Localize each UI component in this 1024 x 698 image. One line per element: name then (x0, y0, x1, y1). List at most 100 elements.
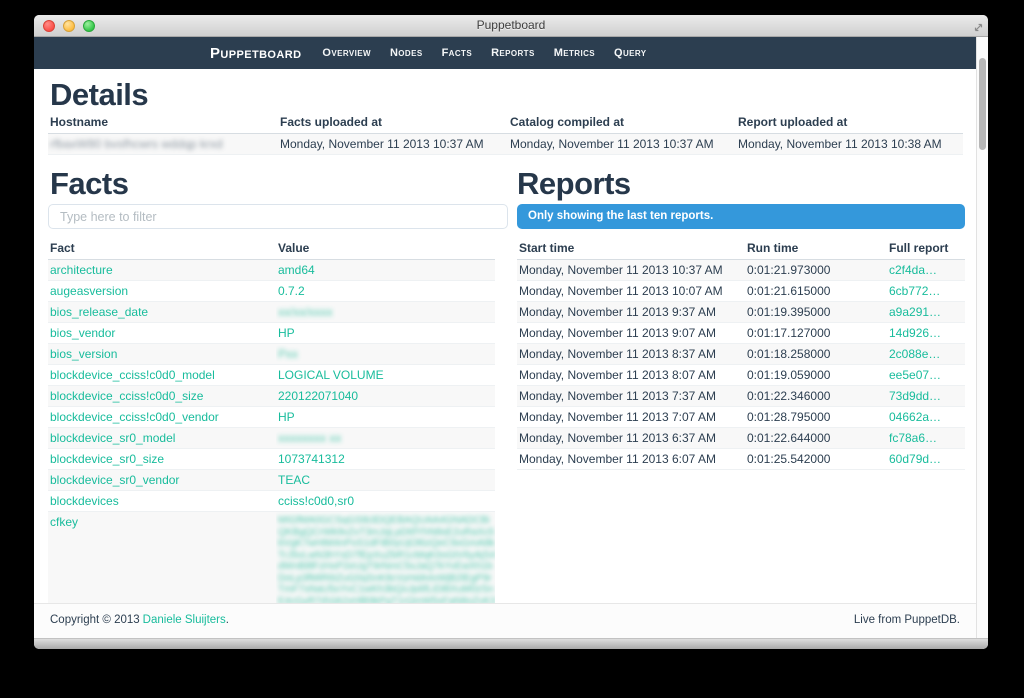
fact-value-redacted: xxxxxxxx xx (278, 431, 341, 445)
fact-link[interactable]: bios_version (50, 347, 117, 361)
fact-row: architecture amd64 (48, 260, 495, 281)
report-row: Monday, November 11 2013 7:37 AM 0:01:22… (517, 386, 965, 407)
details-col-facts-uploaded: Facts uploaded at (278, 112, 508, 134)
facts-heading: Facts (50, 166, 128, 202)
report-hash-link[interactable]: 04662a… (889, 410, 941, 424)
report-hash-link[interactable]: a9a291… (889, 305, 941, 319)
fact-row: bios_release_date xx/xx/xxxx (48, 302, 495, 323)
fact-link[interactable]: blockdevice_sr0_model (50, 431, 175, 445)
nav-item-reports[interactable]: Reports (491, 47, 535, 59)
report-row: Monday, November 11 2013 8:07 AM 0:01:19… (517, 365, 965, 386)
fact-link[interactable]: blockdevices (50, 494, 119, 508)
fact-link[interactable]: augeasversion (50, 284, 128, 298)
fact-link[interactable]: blockdevice_cciss!c0d0_size (50, 389, 203, 403)
window-titlebar: Puppetboard (34, 15, 988, 37)
nav-item-facts[interactable]: Facts (442, 47, 473, 59)
report-uploaded-value: Monday, November 11 2013 10:38 AM (736, 134, 963, 155)
nav-item-overview[interactable]: Overview (322, 47, 371, 59)
report-row: Monday, November 11 2013 6:37 AM 0:01:22… (517, 428, 965, 449)
navbar-brand[interactable]: Puppetboard (210, 45, 301, 62)
vertical-scrollbar-track[interactable] (976, 37, 988, 638)
report-row: Monday, November 11 2013 10:07 AM 0:01:2… (517, 281, 965, 302)
fact-row: bios_vendor HP (48, 323, 495, 344)
report-start-time: Monday, November 11 2013 10:37 AM (517, 260, 745, 281)
facts-header-row: Fact Value (48, 238, 495, 260)
reports-table: Start time Run time Full report Monday, … (517, 238, 965, 470)
details-table: Hostname Facts uploaded at Catalog compi… (48, 112, 963, 155)
report-run-time: 0:01:19.059000 (745, 365, 887, 386)
vertical-scrollbar-thumb[interactable] (979, 58, 986, 150)
report-row: Monday, November 11 2013 8:37 AM 0:01:18… (517, 344, 965, 365)
fact-link[interactable]: blockdevice_sr0_size (50, 452, 164, 466)
report-run-time: 0:01:18.258000 (745, 344, 887, 365)
fact-link[interactable]: blockdevice_cciss!c0d0_vendor (50, 410, 219, 424)
live-from-puppetdb-text: Live from PuppetDB. (854, 614, 960, 626)
nav-item-nodes[interactable]: Nodes (390, 47, 423, 59)
report-run-time: 0:01:19.395000 (745, 302, 887, 323)
fact-link[interactable]: cfkey (50, 515, 78, 529)
nav-item-query[interactable]: Query (614, 47, 647, 59)
author-link[interactable]: Daniele Sluijters (143, 614, 226, 626)
fact-value: 0.7.2 (278, 284, 305, 298)
reports-header-row: Start time Run time Full report (517, 238, 965, 260)
fact-row: blockdevice_sr0_model xxxxxxxx xx (48, 428, 495, 449)
hostname-value-redacted: rfbaxW80 bvsfhcwrs wddqp krxd (50, 137, 223, 151)
fact-value: TEAC (278, 473, 310, 487)
report-row: Monday, November 11 2013 10:37 AM 0:01:2… (517, 260, 965, 281)
facts-col-fact: Fact (48, 238, 276, 260)
report-hash-link[interactable]: 60d79d… (889, 452, 941, 466)
report-hash-link[interactable]: 2c088e… (889, 347, 940, 361)
fact-row: blockdevice_sr0_vendor TEAC (48, 470, 495, 491)
details-col-catalog-compiled: Catalog compiled at (508, 112, 736, 134)
report-run-time: 0:01:17.127000 (745, 323, 887, 344)
fact-value: 220122071040 (278, 389, 358, 403)
report-run-time: 0:01:22.346000 (745, 386, 887, 407)
window-title: Puppetboard (34, 15, 988, 37)
fact-row: bios_version Pxx (48, 344, 495, 365)
facts-filter-input[interactable] (48, 204, 508, 229)
report-run-time: 0:01:25.542000 (745, 449, 887, 470)
report-row: Monday, November 11 2013 9:07 AM 0:01:17… (517, 323, 965, 344)
reports-col-full: Full report (887, 238, 965, 260)
fact-value: HP (278, 410, 295, 424)
fact-link[interactable]: blockdevice_cciss!c0d0_model (50, 368, 215, 382)
report-hash-link[interactable]: c2f4da… (889, 263, 937, 277)
browser-window: Puppetboard Puppetboard Overview Nodes F… (34, 15, 988, 649)
report-start-time: Monday, November 11 2013 8:07 AM (517, 365, 745, 386)
report-hash-link[interactable]: ee5e07… (889, 368, 941, 382)
report-hash-link[interactable]: 73d9dd… (889, 389, 941, 403)
report-row: Monday, November 11 2013 9:37 AM 0:01:19… (517, 302, 965, 323)
reports-heading: Reports (517, 166, 631, 202)
facts-uploaded-value: Monday, November 11 2013 10:37 AM (278, 134, 508, 155)
reports-col-run: Run time (745, 238, 887, 260)
copyright-suffix: . (226, 614, 229, 626)
window-resize-icon[interactable] (973, 20, 984, 38)
report-hash-link[interactable]: 14d926… (889, 326, 941, 340)
report-start-time: Monday, November 11 2013 9:37 AM (517, 302, 745, 323)
report-hash-link[interactable]: fc78a6… (889, 431, 937, 445)
details-data-row: rfbaxW80 bvsfhcwrs wddqp krxd Monday, No… (48, 134, 963, 155)
fact-row: augeasversion 0.7.2 (48, 281, 495, 302)
report-start-time: Monday, November 11 2013 10:07 AM (517, 281, 745, 302)
details-heading: Details (50, 77, 148, 113)
report-row: Monday, November 11 2013 6:07 AM 0:01:25… (517, 449, 965, 470)
report-start-time: Monday, November 11 2013 9:07 AM (517, 323, 745, 344)
fact-value: LOGICAL VOLUME (278, 368, 384, 382)
fact-value: HP (278, 326, 295, 340)
fact-value: 1073741312 (278, 452, 345, 466)
nav-item-metrics[interactable]: Metrics (554, 47, 595, 59)
details-col-hostname: Hostname (48, 112, 278, 134)
fact-link[interactable]: architecture (50, 263, 113, 277)
main-navbar: Puppetboard Overview Nodes Facts Reports… (34, 37, 976, 69)
fact-link[interactable]: bios_vendor (50, 326, 115, 340)
report-hash-link[interactable]: 6cb772… (889, 284, 940, 298)
report-start-time: Monday, November 11 2013 6:37 AM (517, 428, 745, 449)
fact-link[interactable]: blockdevice_sr0_vendor (50, 473, 179, 487)
fact-link[interactable]: bios_release_date (50, 305, 148, 319)
fact-value-redacted: xx/xx/xxxx (278, 305, 333, 319)
report-run-time: 0:01:21.973000 (745, 260, 887, 281)
details-col-report-uploaded: Report uploaded at (736, 112, 963, 134)
facts-table: Fact Value architecture amd64 augeasvers… (48, 238, 495, 631)
report-run-time: 0:01:28.795000 (745, 407, 887, 428)
report-start-time: Monday, November 11 2013 6:07 AM (517, 449, 745, 470)
